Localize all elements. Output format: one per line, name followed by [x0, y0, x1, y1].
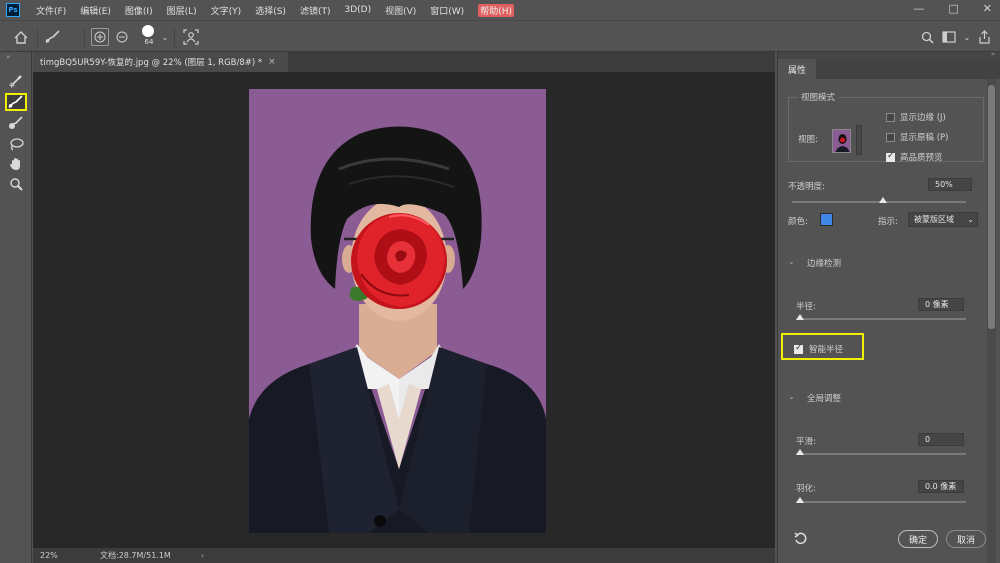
show-edge-checkbox[interactable] [886, 113, 895, 122]
smart-radius-checkbox[interactable] [794, 343, 803, 354]
opacity-label: 不透明度: [788, 182, 825, 192]
panel-scrollbar[interactable] [987, 79, 996, 563]
brush-size-preview[interactable] [142, 25, 154, 37]
overlay-color-swatch[interactable] [820, 213, 833, 226]
smooth-slider-thumb[interactable] [796, 449, 804, 455]
smooth-label: 平滑: [796, 437, 816, 447]
view-mode-title: 视图模式 [798, 91, 839, 103]
window-controls: — □ ✕ [913, 2, 992, 15]
ok-button[interactable]: 确定 [898, 530, 938, 548]
search-icon[interactable] [918, 28, 936, 46]
smooth-slider[interactable] [796, 453, 966, 455]
show-edge-label: 显示边缘 (J) [900, 113, 946, 123]
close-tab-icon[interactable]: × [268, 57, 276, 67]
home-icon[interactable] [12, 28, 30, 46]
chevron-down-icon[interactable]: ⌄ [156, 28, 174, 46]
view-mode-thumbnail[interactable] [832, 129, 851, 153]
feather-label: 羽化: [796, 484, 816, 494]
status-menu-arrow-icon[interactable]: › [201, 551, 204, 560]
brush-size-value: 64 [144, 38, 154, 46]
cancel-button[interactable]: 取消 [946, 530, 986, 548]
photoshop-logo: Ps [6, 3, 20, 17]
properties-panel: » 属性 视图模式 视图: 显示边缘 (J) 显示原稿 (P) 高品质预览 不透… [777, 50, 1000, 563]
global-refine-title[interactable]: 全局调整 [807, 392, 841, 404]
indicate-label: 指示: [878, 217, 898, 227]
document-tab-bar: timgBQ5UR59Y-恢复的.jpg @ 22% (图层 1, RGB/8#… [33, 52, 775, 72]
view-label: 视图: [798, 135, 818, 145]
workspace-icon[interactable] [940, 28, 958, 46]
edge-detection-title[interactable]: 边缘检测 [807, 257, 841, 269]
indicate-value: 被蒙版区域 [914, 215, 954, 224]
lasso-tool-icon[interactable] [5, 135, 27, 153]
view-mode-dropdown[interactable] [856, 125, 862, 155]
contract-detection-icon[interactable] [113, 28, 131, 46]
menu-bar: Ps 文件(F) 编辑(E) 图像(I) 图层(L) 文字(Y) 选择(S) 滤… [0, 0, 1000, 20]
quick-selection-tool-icon[interactable] [5, 72, 27, 90]
opacity-field[interactable]: 50% [928, 178, 972, 191]
document-size: 文档:28.7M/51.1M [100, 551, 171, 560]
portrait-photo [249, 89, 546, 533]
opacity-slider-thumb[interactable] [879, 197, 887, 203]
panel-tabs: 属性 [778, 59, 1000, 79]
status-bar: 22% 文档:28.7M/51.1M › [33, 548, 775, 563]
indicate-select[interactable]: 被蒙版区域 ⌄ [908, 212, 978, 227]
color-label: 颜色: [788, 217, 808, 227]
feather-slider-thumb[interactable] [796, 497, 804, 503]
menu-help[interactable]: 帮助(H) [478, 3, 514, 17]
panel-grip[interactable]: » [778, 50, 1000, 59]
brush-tool-icon[interactable] [5, 114, 27, 132]
show-original-checkbox[interactable] [886, 133, 895, 142]
show-original-label: 显示原稿 (P) [900, 133, 949, 143]
toolbar: » [0, 52, 32, 563]
canvas-area[interactable] [33, 72, 775, 548]
menu-view[interactable]: 视图(V) [385, 4, 416, 17]
menu-file[interactable]: 文件(F) [36, 4, 66, 17]
radius-slider[interactable] [796, 318, 966, 320]
hq-preview-checkbox[interactable] [886, 151, 895, 162]
menu-type[interactable]: 文字(Y) [211, 4, 242, 17]
feather-slider[interactable] [796, 501, 966, 503]
smooth-field[interactable]: 0 [918, 433, 964, 446]
feather-field[interactable]: 0.0 像素 [918, 480, 964, 493]
menu-filter[interactable]: 滤镜(T) [300, 4, 331, 17]
menu-edit[interactable]: 编辑(E) [80, 4, 111, 17]
hand-tool-icon[interactable] [5, 155, 27, 173]
chevron-down-icon: ⌄ [967, 215, 974, 224]
refine-edge-brush-tool-icon[interactable] [5, 93, 27, 111]
zoom-tool-icon[interactable] [5, 175, 27, 193]
hq-preview-label: 高品质预览 [900, 153, 943, 163]
document-title: timgBQ5UR59Y-恢复的.jpg @ 22% (图层 1, RGB/8#… [40, 58, 263, 68]
edge-detection-chevron-icon[interactable]: ⌄ [788, 257, 795, 266]
reset-icon[interactable] [794, 532, 807, 548]
panel-scrollbar-thumb[interactable] [988, 85, 995, 329]
menu-layer[interactable]: 图层(L) [167, 4, 197, 17]
collapse-toolbar-icon[interactable]: » [6, 53, 10, 61]
menu-select[interactable]: 选择(S) [255, 4, 286, 17]
share-icon[interactable] [975, 28, 993, 46]
refine-edge-brush-preset-icon[interactable] [44, 28, 62, 46]
smart-radius-label: 智能半径 [809, 345, 844, 355]
maximize-button[interactable]: □ [948, 2, 958, 15]
close-button[interactable]: ✕ [983, 2, 992, 15]
radius-slider-thumb[interactable] [796, 314, 804, 320]
menu-image[interactable]: 图像(I) [125, 4, 153, 17]
document-tab[interactable]: timgBQ5UR59Y-恢复的.jpg @ 22% (图层 1, RGB/8#… [33, 52, 288, 72]
expand-detection-icon[interactable] [91, 28, 109, 46]
global-refine-chevron-icon[interactable]: ⌄ [788, 392, 795, 401]
radius-label: 半径: [796, 302, 816, 312]
minimize-button[interactable]: — [913, 2, 924, 15]
menu-3d[interactable]: 3D(D) [344, 5, 371, 15]
zoom-level[interactable]: 22% [40, 551, 68, 560]
workspace-chevron-icon[interactable]: ⌄ [958, 28, 976, 46]
options-bar: 64 ⌄ ⌄ [0, 20, 1000, 52]
radius-field[interactable]: 0 像素 [918, 298, 964, 311]
menu-window[interactable]: 窗口(W) [430, 4, 464, 17]
tab-properties[interactable]: 属性 [778, 59, 817, 79]
select-subject-icon[interactable] [182, 28, 200, 46]
